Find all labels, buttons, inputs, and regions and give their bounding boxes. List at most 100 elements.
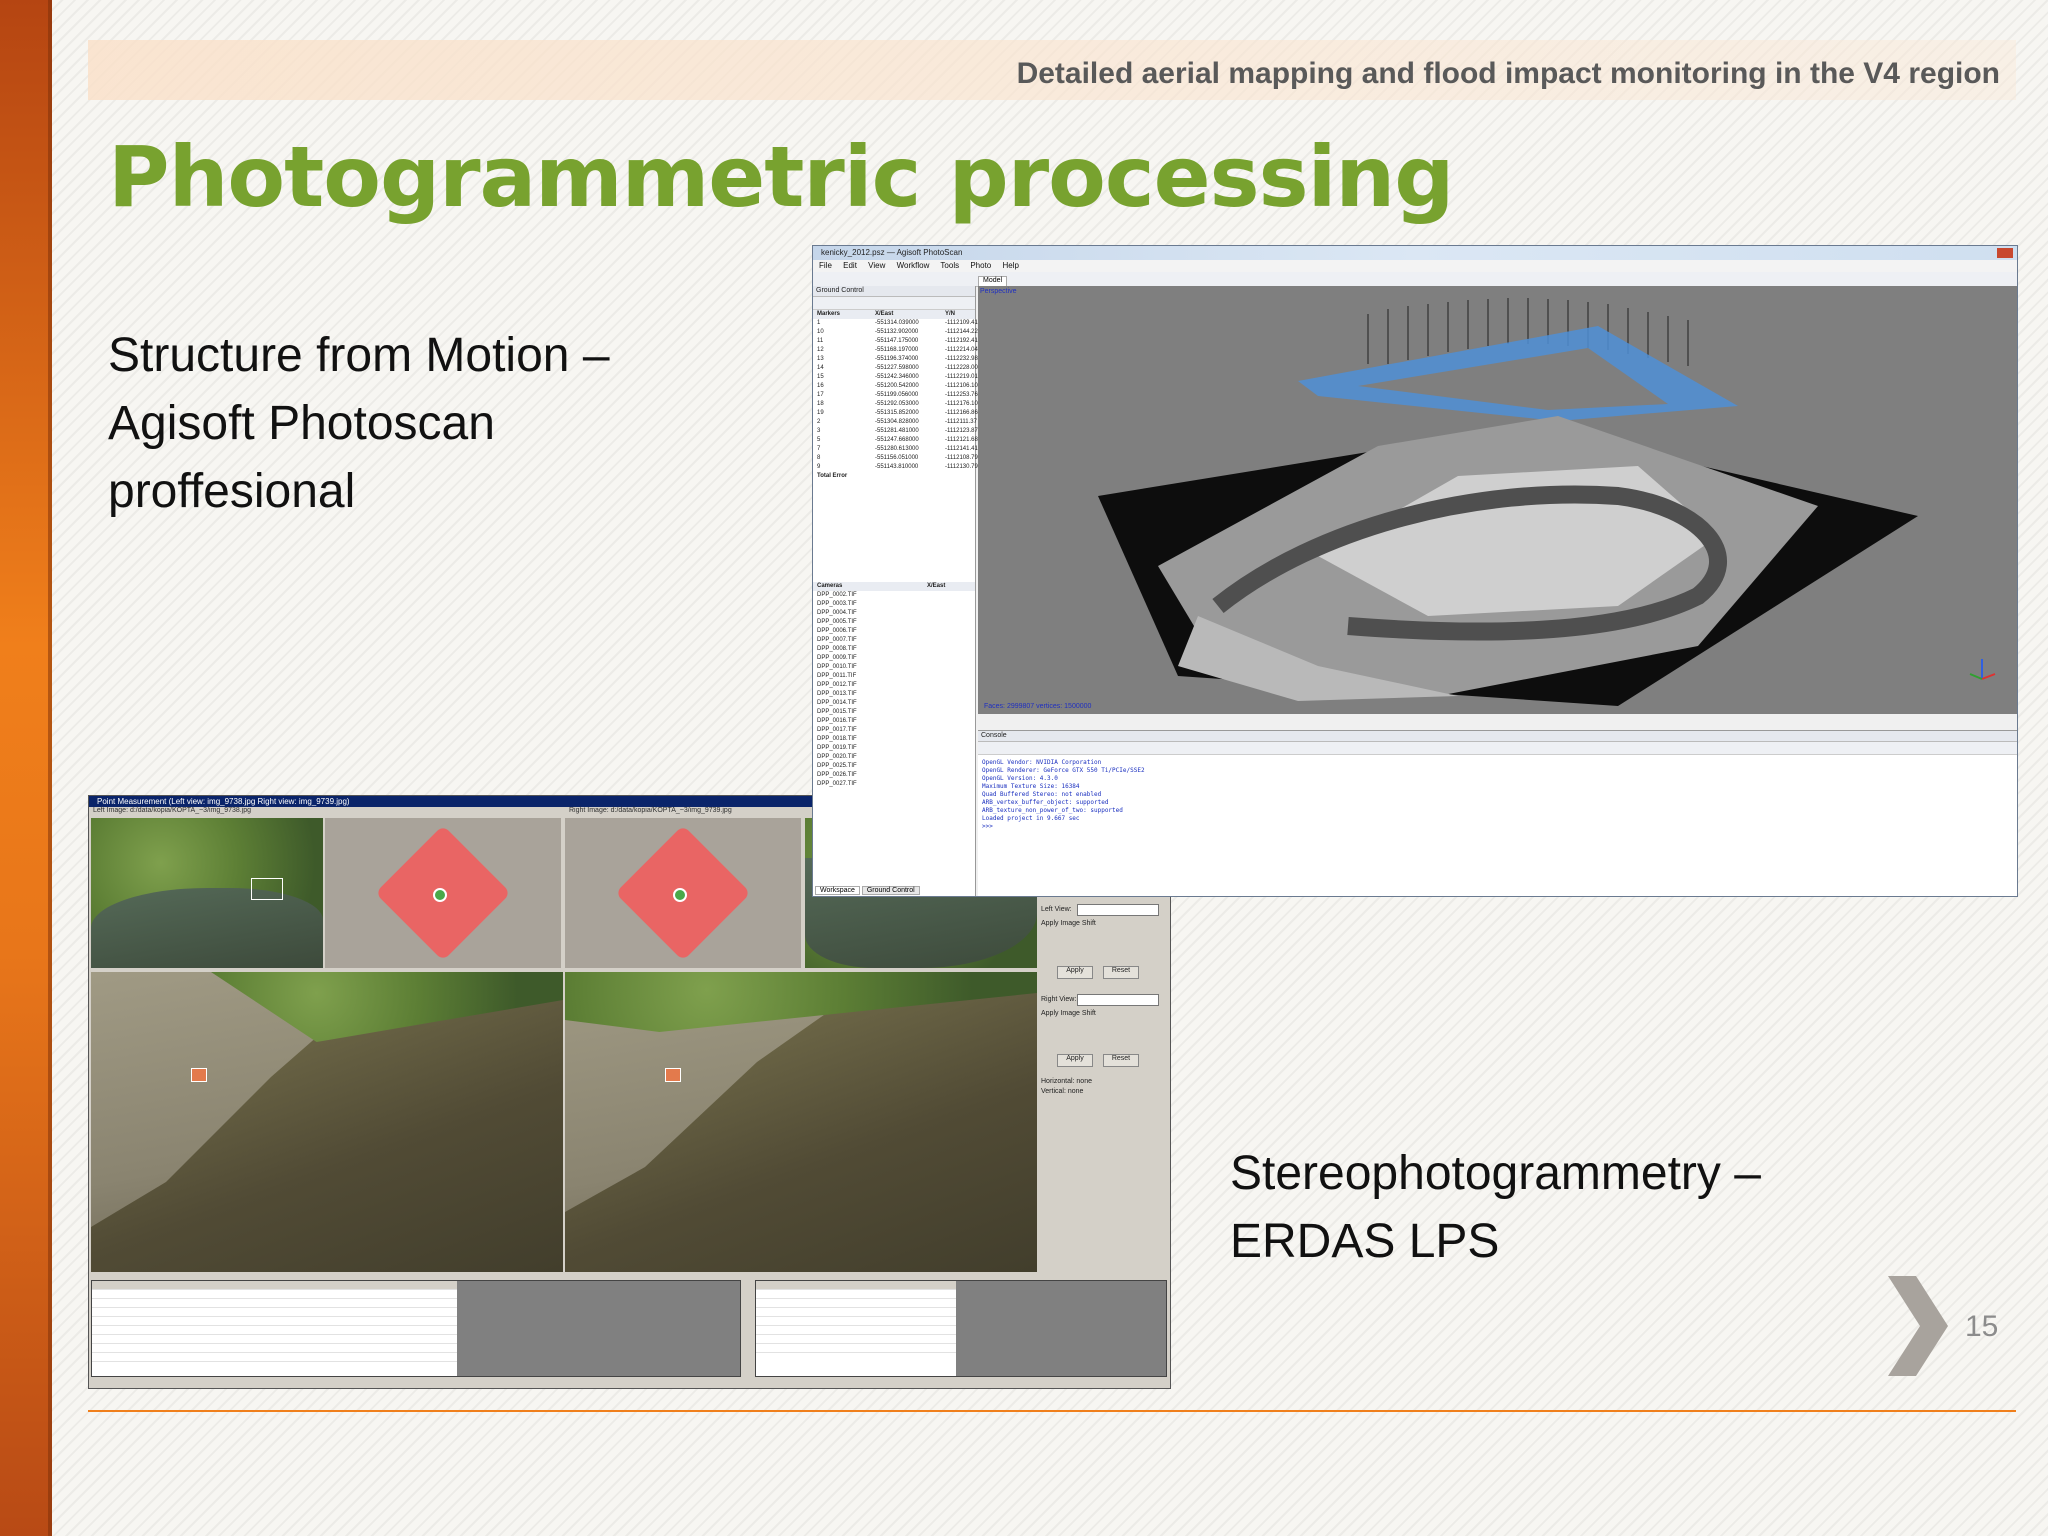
close-icon[interactable] [1997,248,2013,258]
marker-row[interactable]: 19 -551315.852000 -1112166.86 [813,409,978,418]
camera-row[interactable]: DPP_0004.TIF [813,609,975,618]
marker-row[interactable]: 8 -551156.051000 -1112108.79 [813,454,978,463]
marker-cell: 5 [817,437,821,443]
marker-row[interactable]: 14 -551227.598000 -1112228.00 [813,364,978,373]
marker-row[interactable]: 5 -551247.668000 -1112121.68 [813,436,978,445]
marker-row[interactable]: 1 -551314.039000 -1112109.41 [813,319,978,328]
table-row[interactable] [756,1335,956,1344]
marker-row[interactable]: 9 -551143.810000 -1112130.79 [813,463,978,472]
left-reset-button[interactable]: Reset [1103,966,1139,979]
table-row[interactable] [92,1344,457,1353]
menu-view[interactable]: View [868,261,885,270]
right-main-image[interactable] [565,972,1037,1272]
camera-row[interactable]: DPP_0014.TIF [813,699,975,708]
marker-row[interactable]: 3 -551281.481000 -1112123.87 [813,427,978,436]
console-toolbar[interactable] [978,742,2017,755]
marker-row[interactable]: 13 -551196.374000 -1112232.98 [813,355,978,364]
table-row[interactable] [756,1326,956,1335]
marker-cell: -551247.668000 [875,437,919,443]
image-table[interactable] [755,1280,1167,1377]
marker-cell: -551292.053000 [875,401,919,407]
right-reset-button[interactable]: Reset [1103,1054,1139,1067]
console-prompt[interactable]: >>> [982,823,2013,831]
table-row[interactable] [756,1290,956,1299]
table-row[interactable] [92,1299,457,1308]
left-view-select[interactable] [1077,904,1159,916]
marker-cell: 10 [817,329,824,335]
pane-tabs: Workspace Ground Control [815,886,920,895]
camera-row[interactable]: DPP_0012.TIF [813,681,975,690]
camera-row[interactable]: DPP_0016.TIF [813,717,975,726]
camera-row[interactable]: DPP_0020.TIF [813,753,975,762]
ground-control-toolbar[interactable] [813,297,975,310]
cameras-pane: Cameras X/East DPP_0002.TIF DPP_0003.TIF DP… [813,582,975,789]
camera-row[interactable]: DPP_0027.TIF [813,780,975,789]
table-row[interactable] [92,1317,457,1326]
tab-workspace[interactable]: Workspace [815,886,860,895]
markers-header: Markers X/East Y/N [813,310,975,319]
menu-edit[interactable]: Edit [843,261,857,270]
camera-row[interactable]: DPP_0017.TIF [813,726,975,735]
marker-row[interactable]: 18 -551292.053000 -1112176.10 [813,400,978,409]
console-line: ARB_texture_non_power_of_two: supported [982,807,1123,814]
left-overview-image[interactable] [91,818,323,968]
camera-row[interactable]: DPP_0007.TIF [813,636,975,645]
terrain-model [1098,416,1918,706]
menu-help[interactable]: Help [1002,261,1018,270]
point-table[interactable] [91,1280,741,1377]
marker-cell: -1112192.41 [945,338,978,344]
marker-row[interactable]: 15 -551242.346000 -1112219.01 [813,373,978,382]
table-row[interactable] [92,1353,457,1362]
table-row[interactable] [756,1299,956,1308]
camera-row[interactable]: DPP_0002.TIF [813,591,975,600]
menu-tools[interactable]: Tools [940,261,959,270]
marker-row[interactable]: 17 -551199.056000 -1112253.76 [813,391,978,400]
camera-row[interactable]: DPP_0006.TIF [813,627,975,636]
menu-photo[interactable]: Photo [970,261,991,270]
model-view[interactable]: Perspective Faces: 2999807 vertices: 150… [978,286,2017,714]
left-main-image[interactable] [91,972,563,1272]
marker-row[interactable]: 16 -551200.542000 -1112106.10 [813,382,978,391]
marker-cell: 12 [817,347,824,353]
camera-row[interactable]: DPP_0009.TIF [813,654,975,663]
marker-cell: 8 [817,455,821,461]
marker-cell: -551281.481000 [875,428,919,434]
camera-row[interactable]: DPP_0005.TIF [813,618,975,627]
left-apply-button[interactable]: Apply [1057,966,1093,979]
marker-row[interactable]: 2 -551304.828000 -1112111.37 [813,418,977,427]
camera-row[interactable]: DPP_0011.TIF [813,672,975,681]
marker-row[interactable]: 11 -551147.175000 -1112192.41 [813,337,978,346]
camera-row[interactable]: DPP_0025.TIF [813,762,975,771]
right-apply-shift-checkbox[interactable]: Apply Image Shift [1041,1010,1096,1017]
camera-row[interactable]: DPP_0008.TIF [813,645,975,654]
table-row[interactable] [92,1308,457,1317]
table-row[interactable] [92,1326,457,1335]
camera-row[interactable]: DPP_0019.TIF [813,744,975,753]
camera-row[interactable]: DPP_0013.TIF [813,690,975,699]
right-view-select[interactable] [1077,994,1159,1006]
marker-cell: -551199.056000 [875,392,919,398]
marker-cell: -1112166.86 [945,410,978,416]
camera-row[interactable]: DPP_0015.TIF [813,708,975,717]
table-row[interactable] [756,1344,956,1353]
menu-workflow[interactable]: Workflow [897,261,930,270]
table-row[interactable] [756,1308,956,1317]
menu-file[interactable]: File [819,261,832,270]
camera-row[interactable]: DPP_0003.TIF [813,600,975,609]
marker-row[interactable]: 7 -551280.613000 -1112141.41 [813,445,978,454]
camera-row[interactable]: DPP_0026.TIF [813,771,975,780]
table-row[interactable] [92,1335,457,1344]
left-apply-shift-checkbox[interactable]: Apply Image Shift [1041,920,1096,927]
marker-list: 1 -551314.039000 -1112109.41 10 -551132.9020… [813,319,978,472]
marker-row[interactable]: 12 -551168.197000 -1112214.04 [813,346,978,355]
right-apply-button[interactable]: Apply [1057,1054,1093,1067]
table-row[interactable] [756,1317,956,1326]
left-zoom-image[interactable] [325,818,561,968]
tab-ground-control[interactable]: Ground Control [861,886,920,895]
camera-row[interactable]: DPP_0018.TIF [813,735,975,744]
table-row[interactable] [92,1290,457,1299]
right-zoom-image[interactable] [565,818,801,968]
marker-row[interactable]: 10 -551132.902000 -1112144.22 [813,328,978,337]
camera-row[interactable]: DPP_0010.TIF [813,663,975,672]
marker-cell: -1112144.22 [945,329,978,335]
